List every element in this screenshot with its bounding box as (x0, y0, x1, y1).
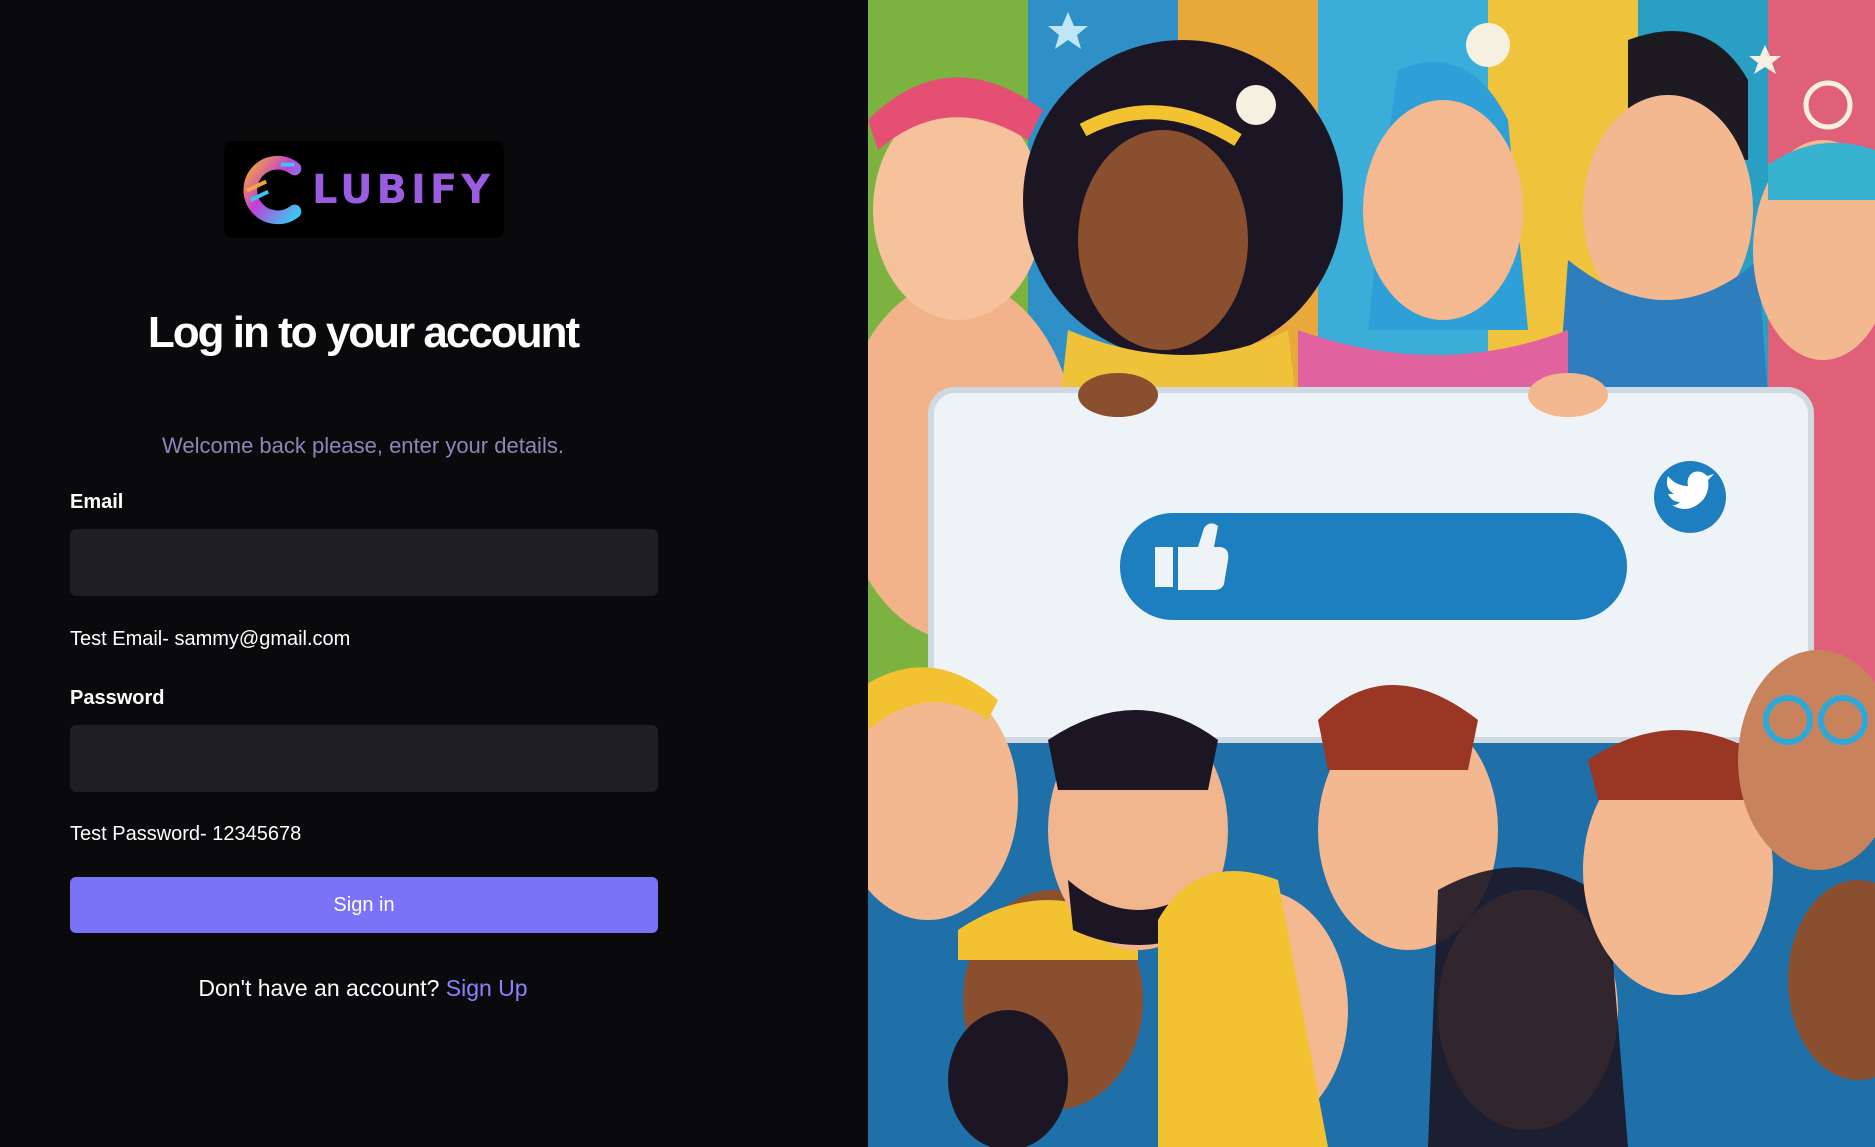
password-field[interactable] (70, 725, 658, 792)
page-title: Log in to your account (147, 308, 580, 357)
brand-logo: LUBIFY (224, 141, 504, 238)
logo-text: LUBIFY (312, 166, 495, 213)
email-label: Email (70, 491, 124, 513)
password-hint: Test Password- 12345678 (70, 823, 302, 845)
logo-c-icon (243, 155, 302, 224)
signup-row: Don't have an account? Sign Up (0, 975, 726, 1002)
illustration-panel (868, 0, 1875, 1147)
email-hint: Test Email- sammy@gmail.com (70, 628, 351, 650)
signup-prompt: Don't have an account? (198, 975, 440, 1001)
sign-in-button[interactable]: Sign in (70, 877, 658, 933)
sign-up-link[interactable]: Sign Up (446, 975, 528, 1001)
people-illustration (868, 0, 1875, 1147)
login-panel: LUBIFY Log in to your account Welcome ba… (0, 0, 868, 1147)
password-label: Password (70, 687, 165, 709)
page-subtitle: Welcome back please, enter your details. (162, 433, 564, 458)
email-field[interactable] (70, 529, 658, 596)
